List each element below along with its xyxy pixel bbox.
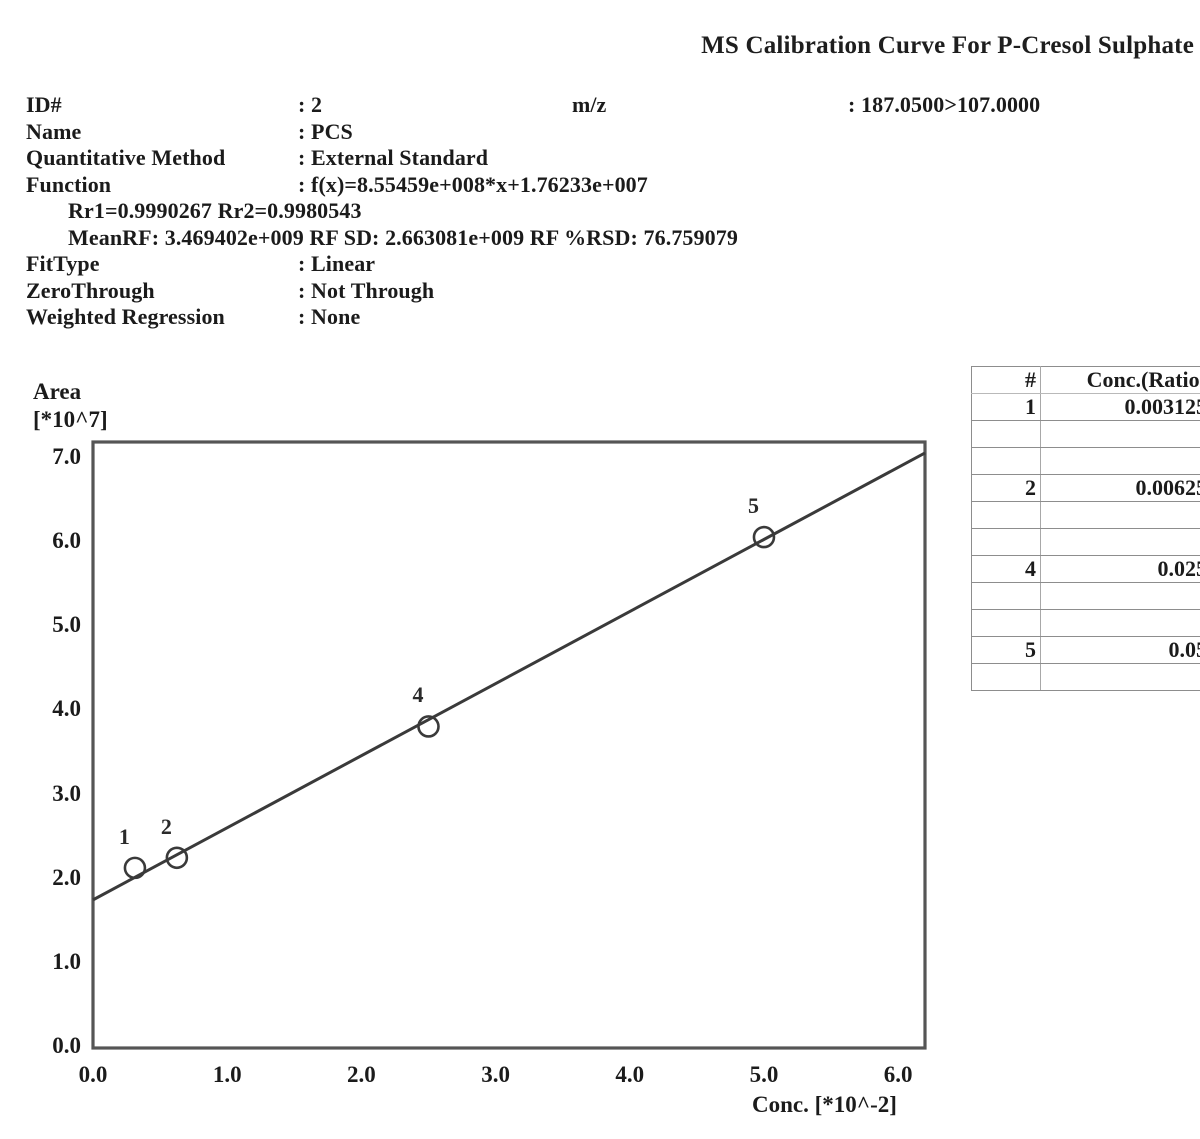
table-cell-conc-ratio: [1040, 663, 1200, 691]
table-row: [971, 528, 1200, 556]
table-header-row: # Conc.(Ratio): [971, 366, 1200, 394]
table-cell-conc-ratio: 0.00625: [1040, 474, 1200, 502]
table-row: 1 0.003125: [971, 393, 1200, 421]
table-row: [971, 582, 1200, 610]
table-cell-index: 4: [971, 555, 1041, 583]
table-cell-conc-ratio: 0.003125: [1040, 393, 1200, 421]
table-row: 50.05: [971, 636, 1200, 664]
table-cell-index: 5: [971, 636, 1041, 664]
table-cell-index: [971, 663, 1041, 691]
data-point-markers: [123, 525, 776, 880]
table-row: [971, 447, 1200, 475]
table-cell-conc-ratio: [1040, 420, 1200, 448]
table-row: 2 0.00625: [971, 474, 1200, 502]
table-row: 40.025: [971, 555, 1200, 583]
table-row: [971, 501, 1200, 529]
table-row: [971, 609, 1200, 637]
table-cell-conc-ratio: [1040, 609, 1200, 637]
table-row: [971, 663, 1200, 691]
table-cell-index: [971, 528, 1041, 556]
table-cell-conc-ratio: 0.05: [1040, 636, 1200, 664]
table-header-conc-ratio: Conc.(Ratio): [1040, 366, 1200, 394]
table-cell-index: 1: [971, 393, 1041, 421]
concentration-table: # Conc.(Ratio) 10.00312520.0062540.02550…: [971, 366, 1200, 691]
table-cell-index: [971, 447, 1041, 475]
table-header-index: #: [971, 366, 1041, 394]
table-cell-conc-ratio: [1040, 501, 1200, 529]
table-row: [971, 420, 1200, 448]
table-cell-index: 2: [971, 474, 1041, 502]
table-cell-conc-ratio: [1040, 447, 1200, 475]
table-cell-conc-ratio: [1040, 582, 1200, 610]
table-cell-index: [971, 420, 1041, 448]
regression-line: [92, 451, 926, 902]
data-point-marker: [123, 856, 147, 880]
table-cell-index: [971, 582, 1041, 610]
table-cell-index: [971, 501, 1041, 529]
table-cell-conc-ratio: 0.025: [1040, 555, 1200, 583]
plot-frame: [91, 440, 927, 1050]
table-body: 10.003125 20.00625 40.025 50.05: [971, 393, 1200, 691]
table-cell-conc-ratio: [1040, 528, 1200, 556]
table-cell-index: [971, 609, 1041, 637]
